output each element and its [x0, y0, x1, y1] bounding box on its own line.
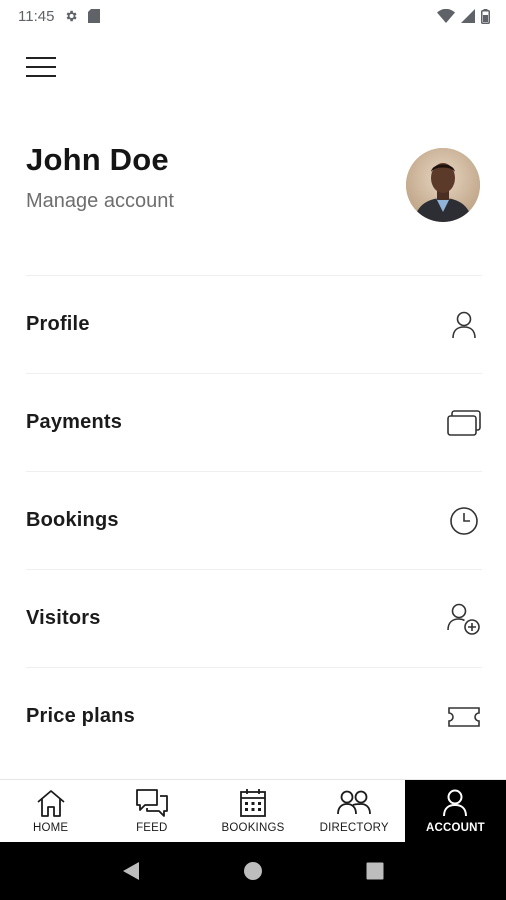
menu-item-label: Profile — [26, 313, 90, 335]
avatar[interactable] — [406, 148, 480, 222]
nav-label: FEED — [136, 822, 168, 834]
status-bar: 11:45 — [0, 0, 506, 32]
chat-icon — [135, 788, 169, 818]
back-icon[interactable] — [122, 861, 140, 881]
people-icon — [336, 788, 372, 818]
menu-item-label: Payments — [26, 411, 123, 433]
menu-item-price-plans[interactable]: Price plans — [26, 667, 482, 765]
nav-directory[interactable]: DIRECTORY — [304, 780, 405, 843]
menu-item-label: Bookings — [26, 509, 119, 531]
nav-label: DIRECTORY — [319, 822, 389, 834]
menu-button[interactable] — [22, 50, 60, 84]
person-add-icon — [446, 601, 482, 637]
recents-icon[interactable] — [366, 862, 384, 880]
nav-account[interactable]: ACCOUNT — [404, 780, 506, 843]
nav-home[interactable]: HOME — [0, 780, 101, 843]
status-bar-right — [437, 8, 490, 24]
battery-icon — [481, 8, 490, 24]
nav-label: HOME — [32, 822, 69, 834]
sd-card-icon — [88, 9, 101, 23]
calendar-icon — [238, 788, 268, 818]
person-icon — [446, 307, 482, 343]
system-nav-bar — [0, 842, 506, 900]
gear-icon — [64, 9, 78, 23]
hamburger-icon — [26, 56, 56, 78]
user-name: John Doe — [26, 142, 169, 177]
account-header[interactable]: John Doe Manage account — [26, 140, 480, 230]
status-time: 11:45 — [18, 7, 55, 25]
cards-icon — [446, 405, 482, 441]
nav-feed[interactable]: FEED — [101, 780, 202, 843]
manage-account-link[interactable]: Manage account — [26, 190, 174, 213]
clock-icon — [446, 503, 482, 539]
menu-item-label: Visitors — [26, 607, 101, 629]
nav-label: BOOKINGS — [221, 822, 285, 834]
ticket-icon — [446, 699, 482, 735]
menu-item-bookings[interactable]: Bookings — [26, 471, 482, 569]
menu-item-visitors[interactable]: Visitors — [26, 569, 482, 667]
wifi-icon — [437, 9, 455, 23]
status-bar-left: 11:45 — [18, 7, 101, 25]
account-menu: Profile Payments Bookings Visitors Price… — [26, 275, 482, 765]
nav-bookings[interactable]: BOOKINGS — [202, 780, 303, 843]
menu-item-profile[interactable]: Profile — [26, 275, 482, 373]
home-icon — [35, 788, 67, 818]
menu-item-payments[interactable]: Payments — [26, 373, 482, 471]
nav-label: ACCOUNT — [425, 822, 485, 834]
person-icon — [441, 788, 469, 818]
signal-icon — [461, 9, 475, 23]
menu-item-label: Price plans — [26, 705, 135, 727]
bottom-nav: HOME FEED BOOKINGS DIRECTORY ACCOUNT — [0, 779, 506, 843]
home-circle-icon[interactable] — [243, 861, 263, 881]
